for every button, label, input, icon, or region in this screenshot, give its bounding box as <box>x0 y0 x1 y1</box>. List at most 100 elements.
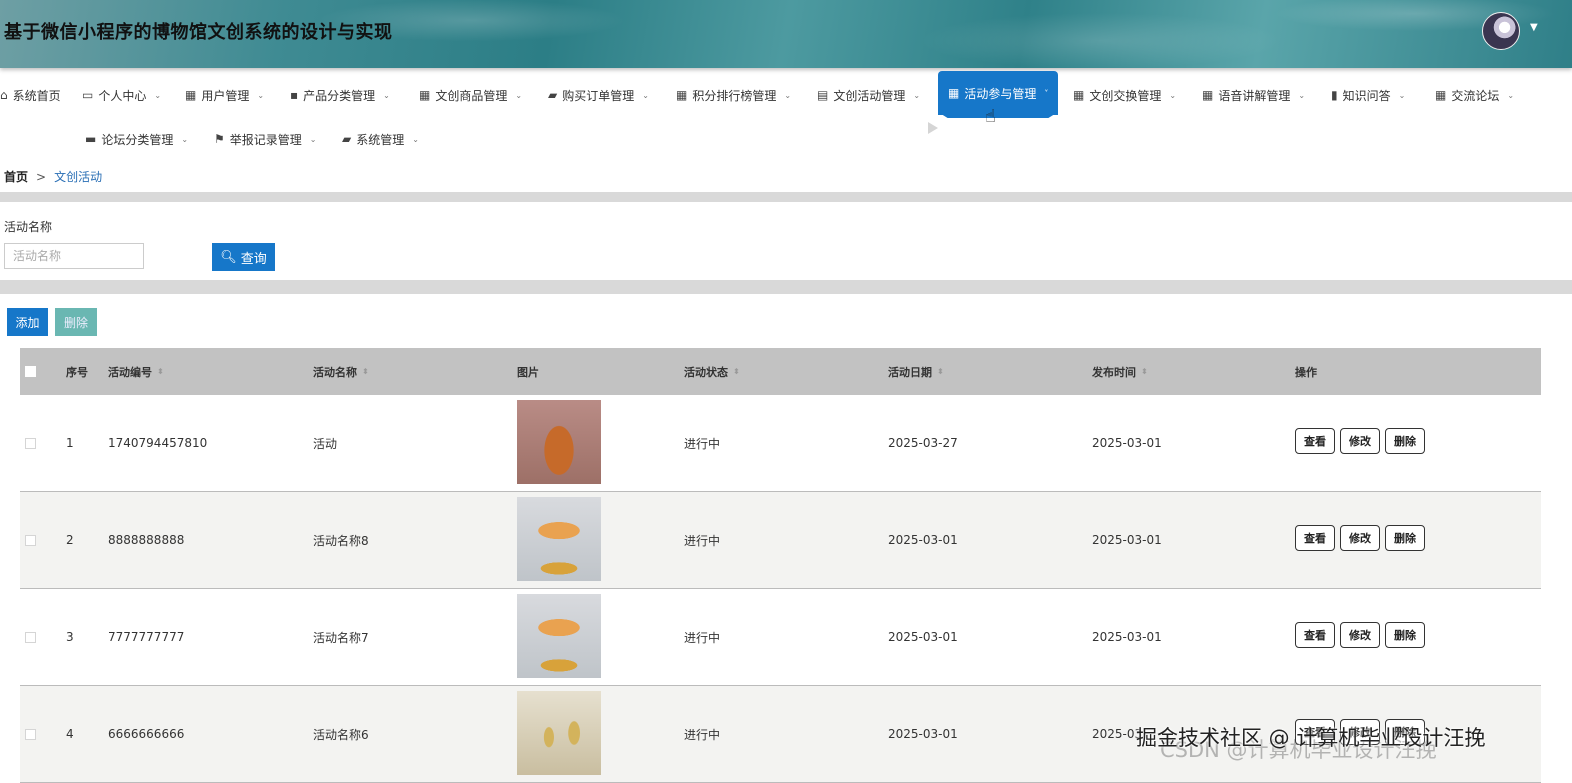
view-button[interactable]: 查看 <box>1295 428 1335 454</box>
nav-item-forum-category[interactable]: ▬ 论坛分类管理 ⌄ <box>85 117 188 161</box>
row-status: 进行中 <box>684 727 721 742</box>
edit-button[interactable]: 修改 <box>1340 525 1380 551</box>
row-date: 2025-03-01 <box>888 630 958 644</box>
nav-item-orders[interactable]: ▰ 购买订单管理 ⌄ <box>548 73 649 117</box>
grid-icon: ▦ <box>676 88 688 102</box>
row-date: 2025-03-01 <box>888 533 958 547</box>
pointer-cursor-icon: ☝ <box>985 106 996 127</box>
nav-item-ranking[interactable]: ▦ 积分排行榜管理 ⌄ <box>676 73 791 117</box>
row-date: 2025-03-27 <box>888 436 958 450</box>
top-nav: ⌂ 系统首页 ▭ 个人中心 ⌄ ▦ 用户管理 ⌄ ▪ 产品分类管理 ⌄ ▦ 文创商品管理 ⌄ ▰ 购… <box>0 70 1572 160</box>
chevron-down-icon: ⌄ <box>913 90 921 100</box>
search-button[interactable]: 🔍︎ 查询 <box>212 243 275 271</box>
nav-item-products[interactable]: ▦ 文创商品管理 ⌄ <box>419 73 522 117</box>
table-header: 序号 活动编号 ⬍ 活动名称 ⬍ 图片 活动状态 ⬍ 活动日期 ⬍ 发布时间 ⬍ 操作 <box>20 348 1541 395</box>
nav-item-system[interactable]: ▰ 系统管理 ⌄ <box>342 117 419 161</box>
activity-image[interactable] <box>517 594 601 678</box>
grid-icon: ▦ <box>1435 88 1447 102</box>
card-icon: ▭ <box>82 88 94 102</box>
sort-icon[interactable]: ⬍ <box>362 367 369 376</box>
nav-item-home[interactable]: ⌂ 系统首页 <box>0 73 61 117</box>
row-checkbox[interactable] <box>25 589 36 685</box>
divider <box>0 280 1572 294</box>
delete-button[interactable]: 删除 <box>1385 428 1425 454</box>
row-checkbox[interactable] <box>25 492 36 588</box>
nav-item-participation[interactable]: ▦ 活动参与管理 ˅ <box>938 71 1059 115</box>
clipboard-icon: ▤ <box>817 88 829 102</box>
chevron-down-icon: ⌄ <box>1298 90 1306 100</box>
nav-item-report[interactable]: ⚑ 举报记录管理 ⌄ <box>214 117 316 161</box>
monitor-icon: ▬ <box>85 132 97 146</box>
app-header: 基于微信小程序的博物馆文创系统的设计与实现 ▼ <box>0 0 1572 68</box>
edit-button[interactable]: 修改 <box>1340 622 1380 648</box>
sort-icon[interactable]: ⬍ <box>1141 367 1148 376</box>
sort-icon[interactable]: ⬍ <box>937 367 944 376</box>
nav-item-personal[interactable]: ▭ 个人中心 ⌄ <box>82 73 161 117</box>
activity-image[interactable] <box>517 400 601 484</box>
nav-item-exchange[interactable]: ▦ 文创交换管理 ⌄ <box>1073 73 1176 117</box>
home-icon: ⌂ <box>0 88 8 102</box>
activity-name-input[interactable] <box>4 243 144 269</box>
grid-icon: ▦ <box>185 88 197 102</box>
nav-item-category[interactable]: ▪ 产品分类管理 ⌄ <box>290 73 390 117</box>
row-status: 进行中 <box>684 630 721 645</box>
row-name: 活动 <box>313 436 338 451</box>
dropdown-ghost <box>928 120 1008 136</box>
row-actions: 查看 修改 删除 <box>1295 622 1425 648</box>
sort-icon[interactable]: ⬍ <box>157 367 164 376</box>
sort-icon[interactable]: ⬍ <box>733 367 740 376</box>
view-button[interactable]: 查看 <box>1295 622 1335 648</box>
breadcrumb-current: 文创活动 <box>54 170 103 184</box>
activity-image[interactable] <box>517 497 601 581</box>
row-index: 3 <box>66 630 74 644</box>
col-name[interactable]: 活动名称 ⬍ <box>313 348 369 395</box>
search-icon: 🔍︎ <box>220 249 237 265</box>
nav-item-qa[interactable]: ▮ 知识问答 ⌄ <box>1331 73 1405 117</box>
chevron-down-icon: ⌄ <box>1398 90 1406 100</box>
col-index: 序号 <box>66 365 88 379</box>
select-all-checkbox[interactable] <box>25 348 36 395</box>
nav-item-activity[interactable]: ▤ 文创活动管理 ⌄ <box>817 73 920 117</box>
row-name: 活动名称8 <box>313 533 369 548</box>
case-icon: ▰ <box>342 132 352 146</box>
row-actions: 查看 修改 删除 <box>1295 428 1425 454</box>
view-button[interactable]: 查看 <box>1295 525 1335 551</box>
row-index: 2 <box>66 533 74 547</box>
breadcrumb: 首页 > 文创活动 <box>4 168 102 185</box>
nav-item-audio[interactable]: ▦ 语音讲解管理 ⌄ <box>1202 73 1305 117</box>
row-status: 进行中 <box>684 436 721 451</box>
chevron-down-icon: ⌄ <box>1169 90 1177 100</box>
row-code: 6666666666 <box>108 727 185 741</box>
chevron-down-icon: ⌄ <box>515 90 523 100</box>
col-date[interactable]: 活动日期 ⬍ <box>888 348 944 395</box>
breadcrumb-separator: > <box>36 170 47 184</box>
edit-button[interactable]: 修改 <box>1340 428 1380 454</box>
grid-icon: ▦ <box>419 88 431 102</box>
nav-item-users[interactable]: ▦ 用户管理 ⌄ <box>185 73 264 117</box>
grid-icon: ▦ <box>948 86 960 100</box>
activity-image[interactable] <box>517 691 601 775</box>
chevron-down-icon[interactable]: ▼ <box>1530 22 1538 33</box>
nav-item-forum[interactable]: ▦ 交流论坛 ⌄ <box>1435 73 1514 117</box>
col-status[interactable]: 活动状态 ⬍ <box>684 348 740 395</box>
col-image: 图片 <box>517 365 539 379</box>
chevron-down-icon: ⌄ <box>257 90 265 100</box>
row-checkbox[interactable] <box>25 686 36 782</box>
col-code[interactable]: 活动编号 ⬍ <box>108 348 164 395</box>
row-code: 8888888888 <box>108 533 185 547</box>
row-name: 活动名称7 <box>313 630 369 645</box>
add-button[interactable]: 添加 <box>7 308 48 336</box>
breadcrumb-home[interactable]: 首页 <box>4 170 28 184</box>
batch-delete-button[interactable]: 删除 <box>55 308 97 336</box>
table-row: 2 8888888888 活动名称8 进行中 2025-03-01 2025-0… <box>20 492 1541 589</box>
row-checkbox[interactable] <box>25 395 36 491</box>
delete-button[interactable]: 删除 <box>1385 622 1425 648</box>
chevron-down-icon: ⌄ <box>383 90 390 100</box>
row-date: 2025-03-01 <box>888 727 958 741</box>
user-avatar[interactable] <box>1482 12 1520 50</box>
row-published: 2025-03-01 <box>1092 630 1162 644</box>
chevron-down-icon: ⌄ <box>1507 90 1515 100</box>
row-name: 活动名称6 <box>313 727 369 742</box>
col-published[interactable]: 发布时间 ⬍ <box>1092 348 1148 395</box>
delete-button[interactable]: 删除 <box>1385 525 1425 551</box>
